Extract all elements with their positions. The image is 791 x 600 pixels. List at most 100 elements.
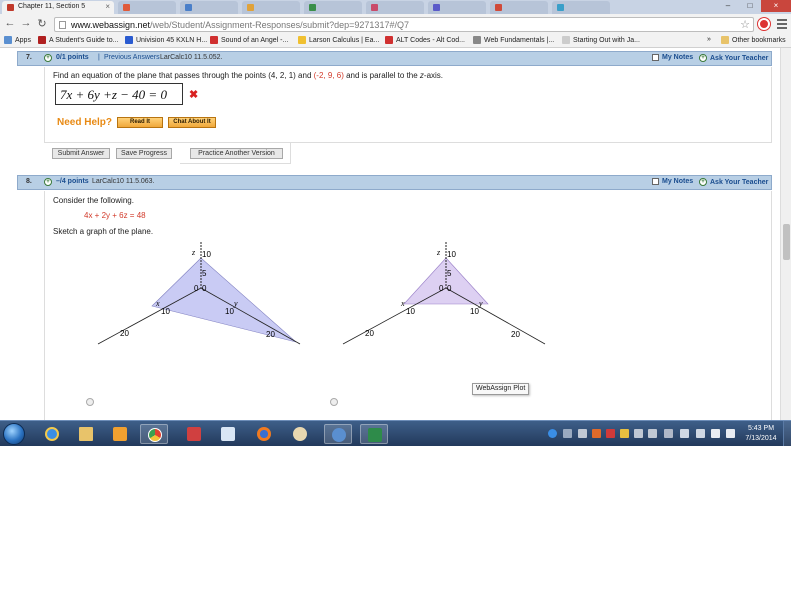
bookmark-label: Starting Out with Ja... [573, 36, 640, 44]
forward-arrow-icon[interactable]: → [20, 17, 32, 29]
tray-icon[interactable] [578, 429, 587, 438]
tab-inactive[interactable] [428, 1, 486, 14]
taskbar-chrome[interactable] [140, 424, 168, 444]
tick-20: 20 [120, 329, 129, 338]
origin-0: 0 [194, 284, 199, 293]
origin-0: 0 [439, 284, 444, 293]
my-notes-button[interactable]: My Notes [652, 178, 693, 185]
bookmark-item[interactable]: Sound of an Angel -... [210, 36, 288, 44]
tab-inactive[interactable] [366, 1, 424, 14]
reload-icon[interactable]: ↻ [36, 17, 48, 30]
minimize-icon[interactable]: – [717, 0, 739, 12]
tick-20: 20 [266, 330, 275, 339]
read-it-button[interactable]: Read It [117, 117, 163, 128]
tab-close-icon[interactable]: × [105, 2, 110, 11]
bookmark-item[interactable]: Larson Calculus | Ea... [298, 36, 379, 44]
app-icon [187, 427, 201, 441]
bookmarks-bar: Apps A Student's Guide to... Univision 45 … [0, 34, 791, 48]
plane-graph-option-2[interactable]: z 10 5 0 0 x 10 y 10 20 20 [335, 236, 555, 346]
window-controls: – □ × [717, 0, 791, 12]
chat-about-it-button[interactable]: Chat About It [168, 117, 216, 128]
graph-option-1-radio[interactable] [86, 398, 94, 406]
taskbar-media-player[interactable] [106, 424, 134, 444]
url-text: www.webassign.net/web/Student/Assignment… [71, 20, 409, 30]
bookmark-favicon-icon [385, 36, 393, 44]
start-button[interactable] [3, 423, 25, 445]
previous-answers-link[interactable]: Previous Answers [104, 54, 160, 61]
save-progress-button[interactable]: Save Progress [116, 148, 172, 159]
tray-icon[interactable] [563, 429, 572, 438]
tab-inactive[interactable] [304, 1, 362, 14]
plane-graph-option-1[interactable]: z 10 5 0 0 x 10 y 10 20 20 [90, 236, 310, 346]
graph-option-2-radio[interactable] [330, 398, 338, 406]
webassign-page: 7. + 0/1 points | Previous Answers LarCa… [0, 48, 780, 420]
taskbar-excel[interactable] [360, 424, 388, 444]
maximize-icon[interactable]: □ [739, 0, 761, 12]
tray-network-icon[interactable] [548, 429, 557, 438]
tray-icon[interactable] [648, 429, 657, 438]
submit-answer-button[interactable]: Submit Answer [52, 148, 110, 159]
adblock-extension-icon[interactable] [758, 18, 770, 30]
taskbar-clock[interactable]: 5:43 PM 7/13/2014 [742, 424, 780, 444]
tick-20: 20 [511, 330, 520, 339]
tray-icon[interactable] [620, 429, 629, 438]
tab-inactive[interactable] [242, 1, 300, 14]
taskbar-app-red[interactable] [180, 424, 208, 444]
divider [44, 142, 772, 143]
tray-icon[interactable] [592, 429, 601, 438]
taskbar-firefox[interactable] [250, 424, 278, 444]
show-desktop-button[interactable] [783, 421, 791, 447]
bookmark-item[interactable]: Apps [4, 36, 31, 44]
tab-inactive[interactable] [180, 1, 238, 14]
tab-inactive[interactable] [490, 1, 548, 14]
tray-volume-icon[interactable] [726, 429, 735, 438]
answer-input[interactable]: 7x + 6y +z − 40 = 0 [55, 83, 183, 105]
taskbar-internet-explorer[interactable] [38, 424, 66, 444]
bookmark-item[interactable]: A Student's Guide to... [38, 36, 118, 44]
chevron-double-right-icon[interactable]: » [707, 36, 711, 43]
expand-plus-icon[interactable]: + [44, 178, 52, 186]
tab-inactive[interactable] [552, 1, 610, 14]
x-axis [97, 287, 202, 345]
tick-5: 5 [202, 269, 207, 278]
tick-10: 10 [225, 307, 234, 316]
bookmark-item[interactable]: Univision 45 KXLN H... [125, 36, 207, 44]
bookmark-label: Apps [15, 36, 31, 44]
back-arrow-icon[interactable]: ← [4, 17, 16, 29]
expand-plus-icon[interactable]: + [44, 54, 52, 62]
bookmark-label: Larson Calculus | Ea... [309, 36, 380, 44]
bookmark-label: Sound of an Angel -... [221, 36, 289, 44]
tab-inactive[interactable] [118, 1, 176, 14]
taskbar-app-blue[interactable] [324, 424, 352, 444]
bookmark-label: ALT Codes - Alt Cod... [396, 36, 465, 44]
bookmark-item[interactable]: Starting Out with Ja... [562, 36, 640, 44]
bookmark-star-icon[interactable]: ☆ [740, 18, 750, 31]
tray-icon[interactable] [634, 429, 643, 438]
need-help-label: Need Help? [57, 117, 113, 128]
ask-teacher-button[interactable]: + Ask Your Teacher [699, 178, 768, 186]
taskbar-app-a[interactable] [214, 424, 242, 444]
tray-icon[interactable] [664, 429, 673, 438]
bookmark-item[interactable]: ALT Codes - Alt Cod... [385, 36, 465, 44]
bookmark-item[interactable]: Web Fundamentals |... [473, 36, 554, 44]
my-notes-button[interactable]: My Notes [652, 54, 693, 61]
menu-icon[interactable] [777, 19, 787, 31]
tray-icon[interactable] [680, 429, 689, 438]
other-bookmarks[interactable]: Other bookmarks [721, 36, 786, 44]
tray-icon[interactable] [606, 429, 615, 438]
taskbar-file-explorer[interactable] [72, 424, 100, 444]
tray-icon[interactable] [696, 429, 705, 438]
window-close-icon[interactable]: × [761, 0, 791, 12]
tab-active[interactable]: Chapter 11, Section 5 × [2, 1, 114, 14]
taskbar-paint[interactable] [286, 424, 314, 444]
scrollbar-thumb[interactable] [783, 224, 790, 260]
x-label: x [400, 299, 405, 308]
practice-another-version-button[interactable]: Practice Another Version [190, 148, 283, 159]
page-scrollbar[interactable] [780, 48, 791, 420]
bookmark-label: A Student's Guide to... [49, 36, 119, 44]
address-bar[interactable]: www.webassign.net/web/Student/Assignment… [54, 17, 754, 32]
folder-icon [721, 36, 729, 44]
question-number: 8. [26, 178, 32, 185]
ask-teacher-button[interactable]: + Ask Your Teacher [699, 54, 768, 62]
tray-flag-icon[interactable] [711, 429, 720, 438]
